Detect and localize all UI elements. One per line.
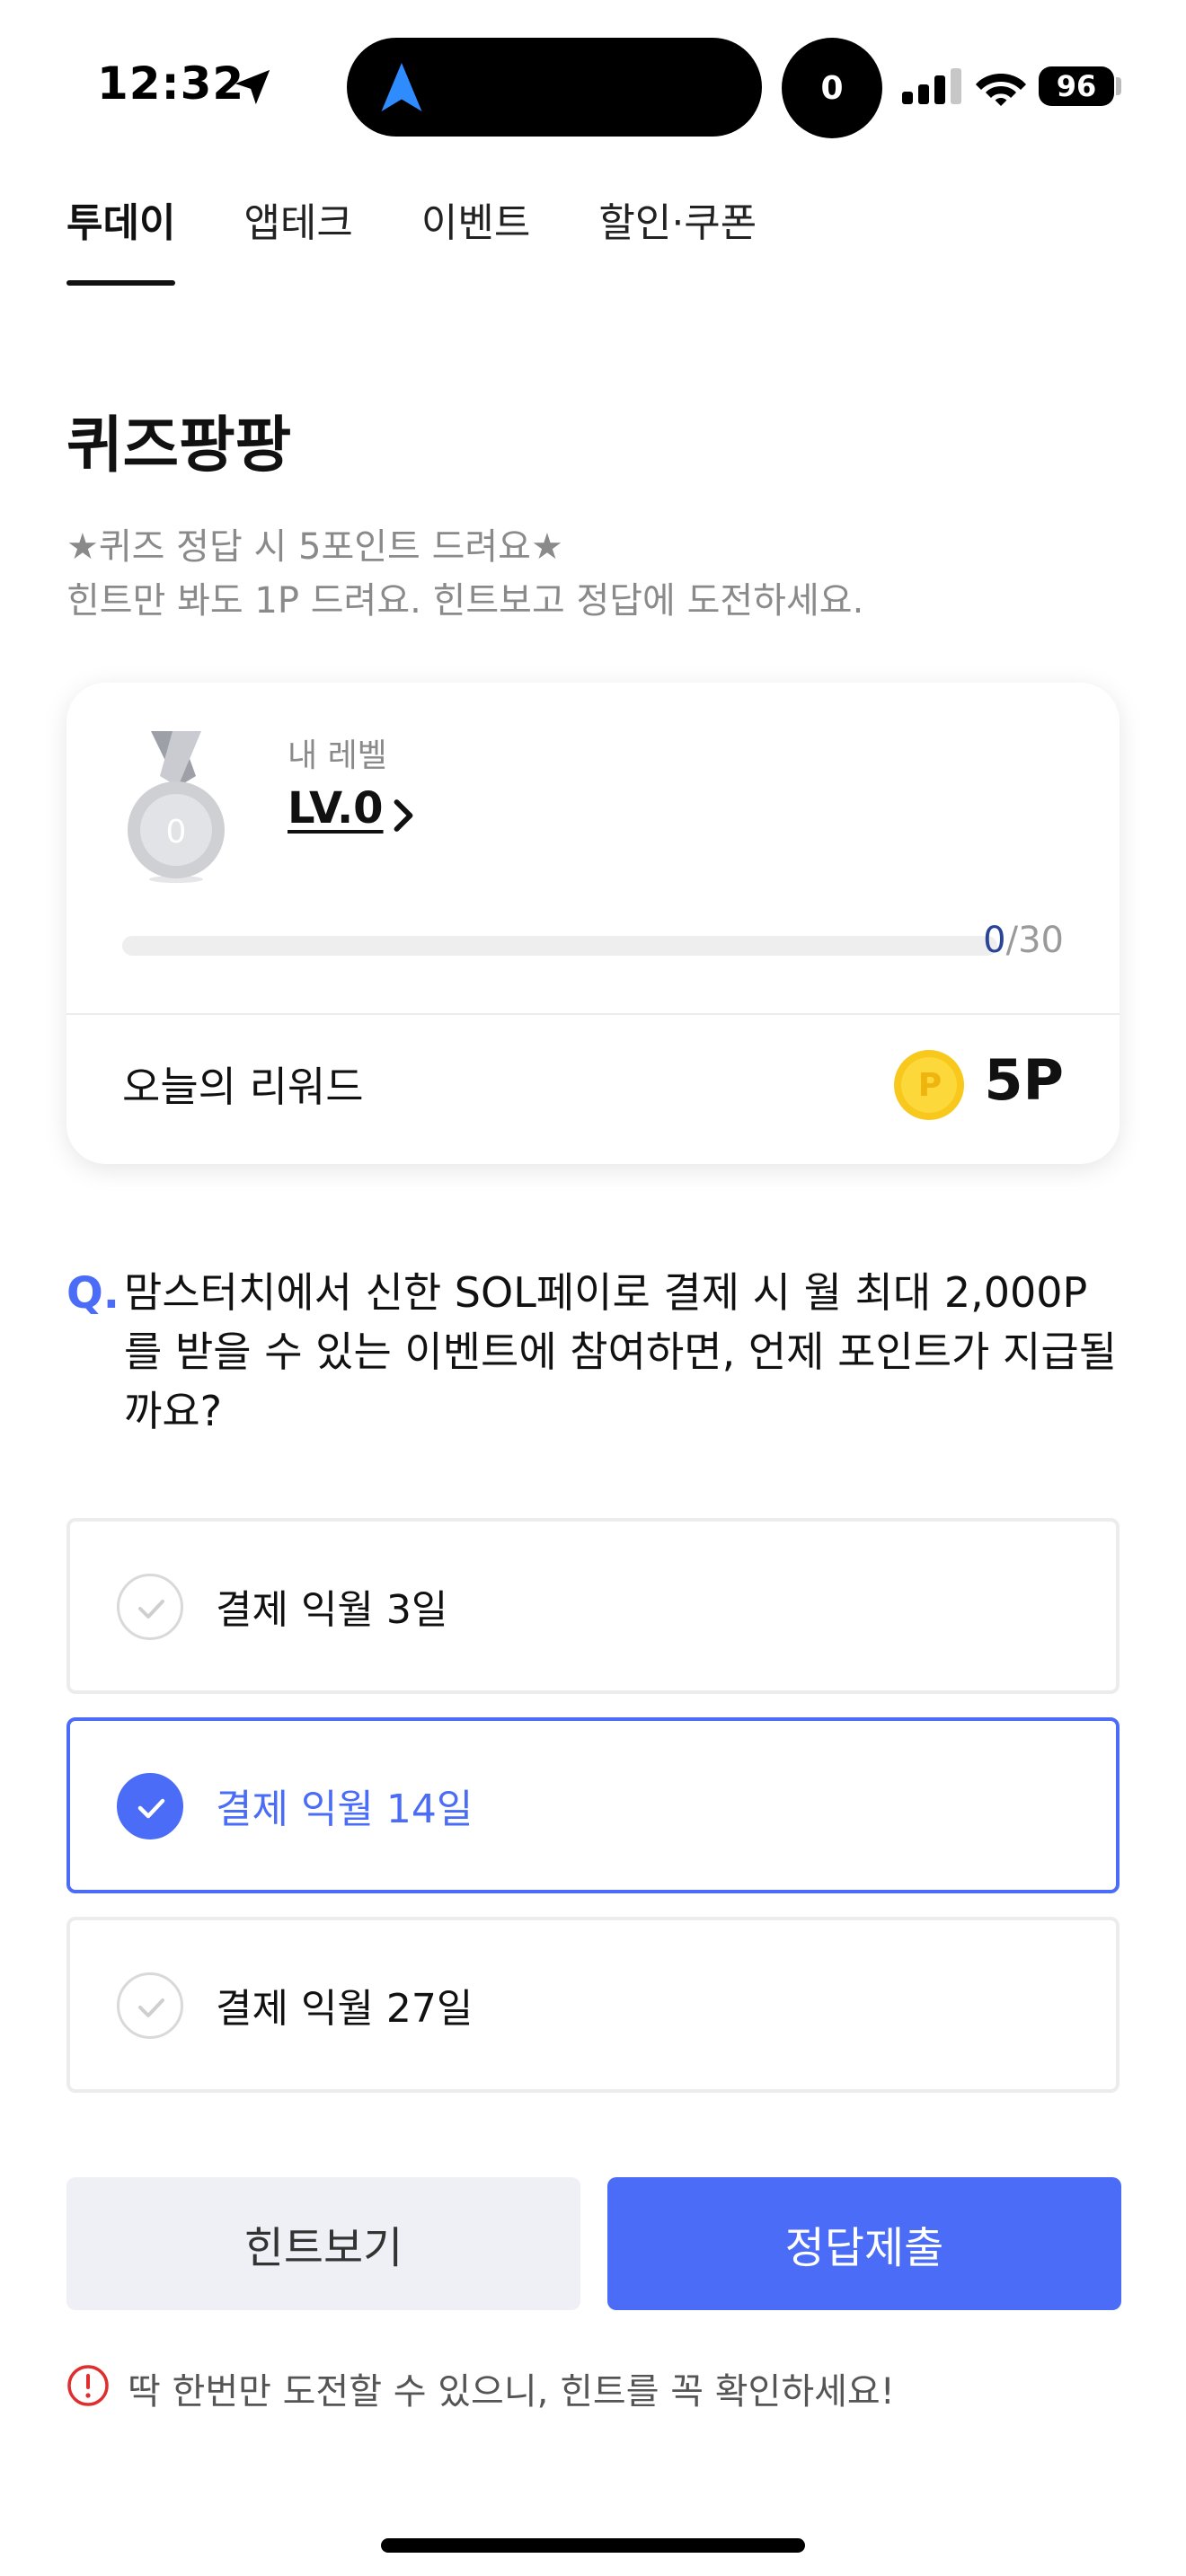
submit-answer-button[interactable]: 정답제출 — [607, 2177, 1121, 2310]
dynamic-island[interactable] — [347, 38, 762, 137]
quiz-subtitle-1: ★퀴즈 정답 시 5포인트 드려요★ — [66, 526, 563, 568]
progress-total: /30 — [1005, 920, 1064, 961]
battery-indicator: 96 — [1039, 66, 1114, 106]
warning-text: 딱 한번만 도전할 수 있으니, 힌트를 꼭 확인하세요! — [128, 2371, 895, 2413]
page-title: 퀴즈팡팡 — [66, 410, 292, 481]
wifi-icon — [976, 74, 1026, 106]
status-bar: 12:32 0 96 — [0, 0, 1186, 171]
coin-symbol: P — [918, 1067, 942, 1104]
navigation-arrow-icon — [381, 63, 422, 111]
checkmark-icon — [117, 1773, 183, 1839]
level-progress-bar — [122, 936, 997, 956]
location-arrow-icon — [235, 69, 270, 105]
level-link[interactable]: LV.0 — [288, 783, 384, 834]
answer-option-label: 결제 익월 27일 — [216, 1986, 474, 2032]
checkmark-icon — [117, 1972, 183, 2039]
answer-option-2[interactable]: 결제 익월 14일 — [66, 1717, 1120, 1893]
tab-event[interactable]: 이벤트 — [421, 192, 530, 286]
answer-option-label: 결제 익월 3일 — [216, 1587, 448, 1633]
question-text: 맘스터치에서 신한 SOL페이로 결제 시 월 최대 2,000P를 받을 수 … — [124, 1268, 1117, 1435]
home-indicator[interactable] — [381, 2538, 805, 2553]
medal-icon: 0 — [128, 731, 225, 883]
answer-option-3[interactable]: 결제 익월 27일 — [66, 1917, 1120, 2093]
cellular-signal-icon — [902, 68, 961, 104]
tab-today[interactable]: 투데이 — [66, 192, 176, 286]
quiz-subtitle-2: 힌트만 봐도 1P 드려요. 힌트보고 정답에 도전하세요. — [66, 580, 864, 622]
level-caption: 내 레벨 — [288, 737, 387, 774]
level-card: 0 내 레벨 LV.0 0/30 오늘의 리워드 P 5P — [66, 683, 1120, 1164]
answer-option-1[interactable]: 결제 익월 3일 — [66, 1518, 1120, 1694]
hint-button[interactable]: 힌트보기 — [66, 2177, 580, 2310]
point-coin-icon: P — [894, 1050, 964, 1120]
warning-icon — [67, 2365, 109, 2406]
chevron-right-icon[interactable] — [390, 798, 417, 834]
reward-label: 오늘의 리워드 — [122, 1063, 364, 1111]
checkmark-icon — [117, 1574, 183, 1640]
question-mark-label: Q. — [66, 1268, 120, 1319]
battery-tip — [1116, 77, 1121, 95]
tab-discount-coupon[interactable]: 할인·쿠폰 — [598, 192, 757, 286]
notification-badge[interactable]: 0 — [782, 38, 882, 138]
level-progress-text: 0/30 — [983, 920, 1064, 961]
card-divider — [66, 1013, 1120, 1015]
status-time: 12:32 — [97, 57, 245, 110]
medal-number: 0 — [166, 814, 187, 851]
tab-apptech[interactable]: 앱테크 — [243, 192, 352, 286]
answer-option-label: 결제 익월 14일 — [216, 1786, 474, 1832]
top-tabs: 투데이 앱테크 이벤트 할인·쿠폰 — [66, 192, 825, 286]
reward-value: 5P — [984, 1047, 1064, 1113]
progress-current: 0 — [983, 920, 1006, 961]
